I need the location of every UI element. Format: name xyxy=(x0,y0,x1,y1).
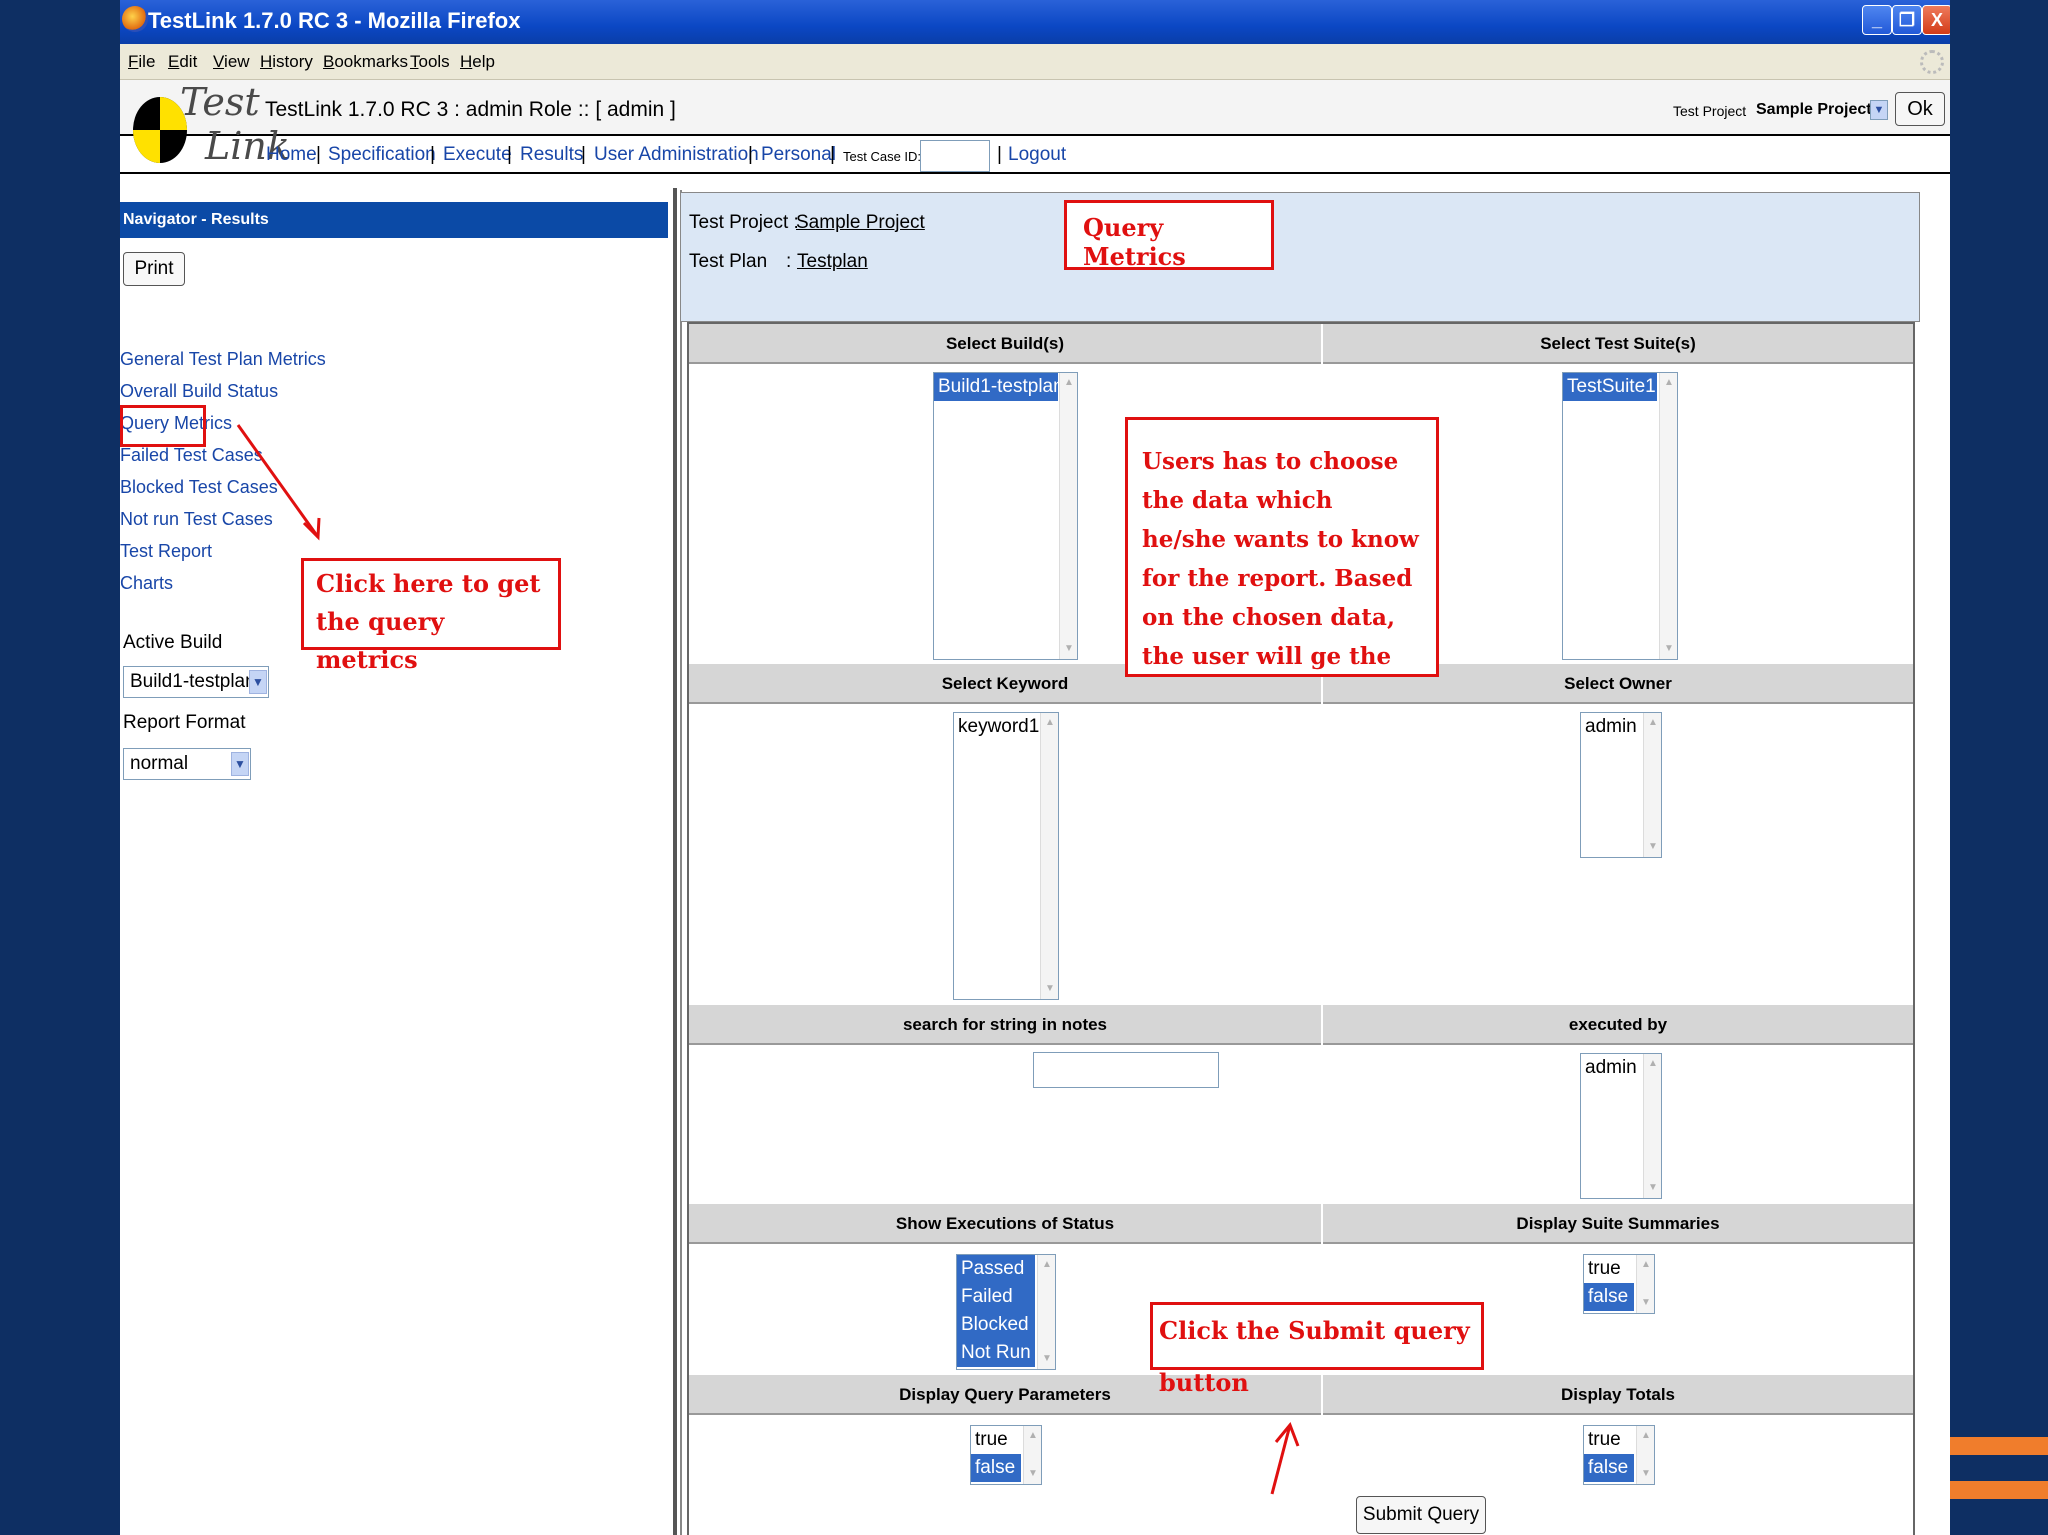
decorative-stripe xyxy=(1950,1481,2048,1499)
annotation-arrows xyxy=(236,424,1300,1495)
decorative-stripe xyxy=(1950,1437,2048,1455)
browser-window: TestLink 1.7.0 RC 3 - Mozilla Firefox _ … xyxy=(120,0,1950,1535)
arrow-to-click-here xyxy=(236,424,320,538)
